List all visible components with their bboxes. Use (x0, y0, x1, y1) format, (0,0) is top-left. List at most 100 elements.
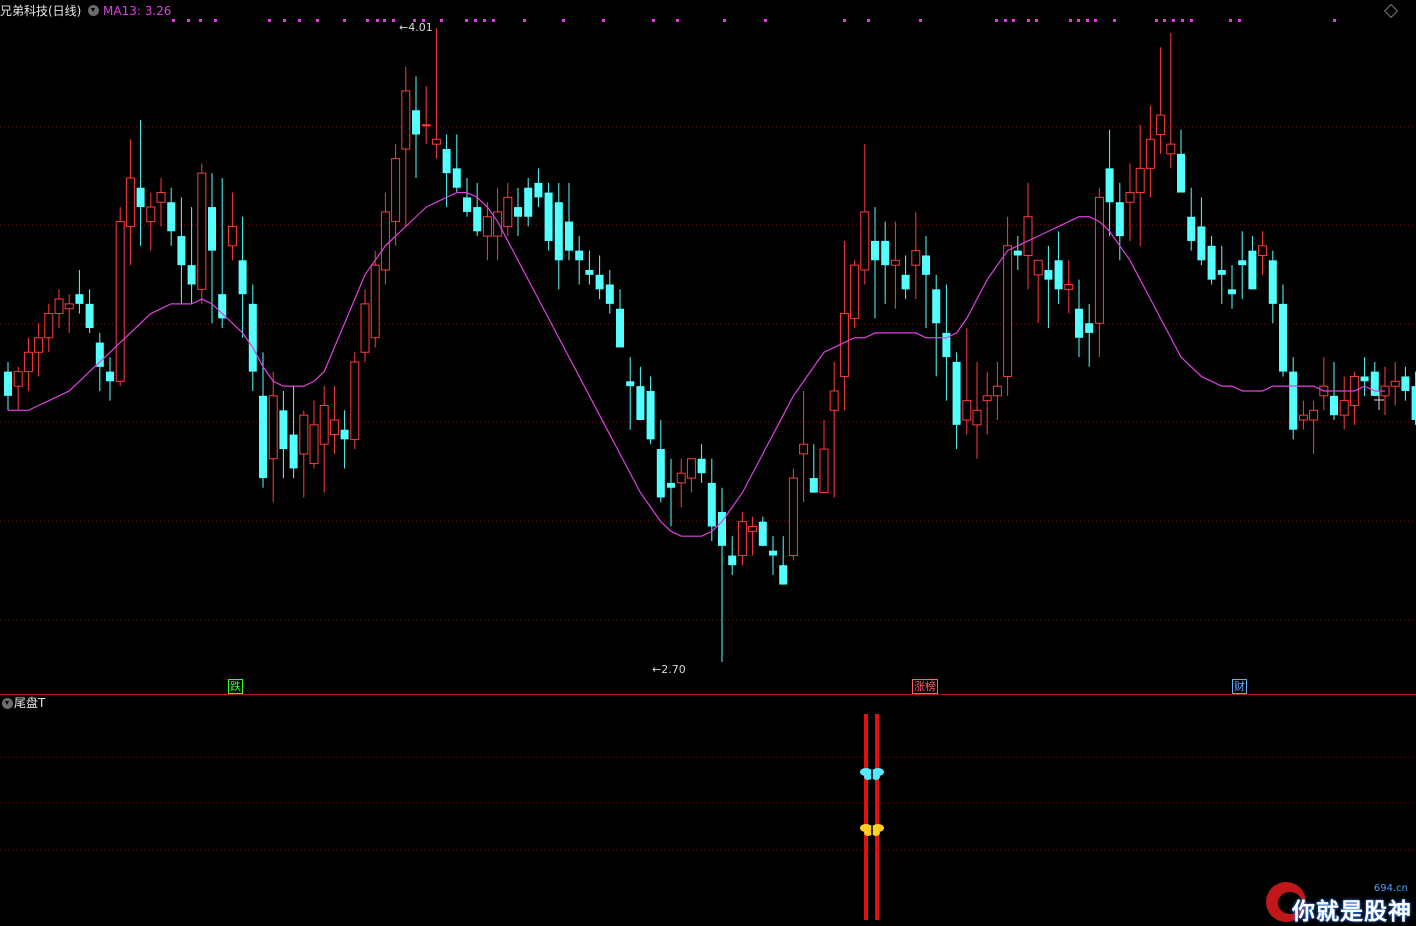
candle[interactable] (503, 182, 513, 237)
candle[interactable] (401, 66, 411, 227)
candle[interactable] (737, 511, 747, 566)
candle[interactable] (1238, 231, 1247, 300)
candle[interactable] (1177, 129, 1185, 193)
event-marker-rank[interactable]: 涨榜 (912, 679, 938, 694)
candle[interactable] (1349, 371, 1359, 425)
collapse-toggle-icon[interactable] (88, 5, 99, 16)
candle[interactable] (1401, 366, 1410, 401)
candle[interactable] (1064, 260, 1074, 314)
candle[interactable] (524, 178, 533, 227)
candle[interactable] (1309, 400, 1319, 454)
candle[interactable] (544, 182, 553, 251)
candle[interactable] (676, 458, 686, 508)
candle[interactable] (177, 197, 186, 304)
candle[interactable] (421, 86, 431, 145)
candle[interactable] (728, 536, 737, 575)
candle[interactable] (565, 182, 573, 261)
candle[interactable] (1023, 182, 1033, 290)
candle[interactable] (350, 352, 360, 450)
candle[interactable] (667, 458, 675, 527)
candle[interactable] (146, 192, 156, 251)
candle[interactable] (881, 221, 890, 304)
candle[interactable] (1135, 124, 1145, 246)
candle[interactable] (554, 182, 563, 290)
candle[interactable] (1228, 265, 1236, 309)
candle[interactable] (136, 119, 145, 246)
candle[interactable] (748, 516, 758, 556)
candle[interactable] (34, 323, 44, 377)
candle[interactable] (788, 468, 798, 561)
candle[interactable] (1187, 187, 1196, 251)
candle[interactable] (1166, 32, 1176, 169)
candle[interactable] (1115, 182, 1124, 261)
candle[interactable] (992, 361, 1002, 421)
candle[interactable] (686, 458, 696, 493)
candle[interactable] (238, 216, 247, 338)
candle[interactable] (463, 178, 471, 217)
candle[interactable] (289, 386, 298, 479)
candle[interactable] (1125, 163, 1135, 241)
candle[interactable] (1217, 245, 1226, 304)
candle[interactable] (1390, 361, 1400, 406)
candle[interactable] (1258, 231, 1268, 275)
candle[interactable] (167, 187, 176, 246)
candle[interactable] (1289, 357, 1298, 440)
candle[interactable] (1033, 259, 1043, 324)
candle[interactable] (962, 328, 972, 435)
candle[interactable] (626, 357, 635, 430)
candle[interactable] (839, 240, 849, 411)
candle[interactable] (340, 410, 349, 469)
candle[interactable] (1044, 245, 1053, 329)
candle[interactable] (197, 163, 207, 304)
candle[interactable] (809, 444, 818, 493)
candle[interactable] (1105, 129, 1114, 237)
candle[interactable] (585, 250, 594, 285)
candle[interactable] (595, 255, 604, 300)
candle[interactable] (1268, 250, 1277, 324)
candle[interactable] (360, 289, 370, 362)
candle[interactable] (1411, 371, 1416, 425)
candle[interactable] (799, 390, 809, 503)
candle[interactable] (452, 134, 461, 193)
candle[interactable] (1145, 105, 1155, 198)
candle[interactable] (636, 366, 645, 421)
candle[interactable] (850, 260, 860, 329)
candle[interactable] (1156, 47, 1166, 154)
candle[interactable] (391, 144, 401, 246)
candle[interactable] (259, 352, 267, 488)
candle[interactable] (218, 178, 227, 329)
candle[interactable] (901, 255, 910, 300)
candle[interactable] (697, 444, 706, 483)
candle[interactable] (156, 178, 166, 227)
event-marker-drop[interactable]: 跌 (228, 679, 243, 694)
candle[interactable] (279, 390, 288, 479)
candle[interactable] (106, 357, 114, 401)
candle[interactable] (1094, 187, 1104, 358)
candle[interactable] (575, 236, 584, 285)
candle[interactable] (380, 192, 390, 285)
candle[interactable] (208, 173, 216, 324)
candle[interactable] (1298, 400, 1308, 430)
candle[interactable] (871, 207, 879, 319)
candle[interactable] (819, 420, 829, 494)
candle[interactable] (4, 361, 12, 411)
candle[interactable] (656, 420, 665, 503)
candle[interactable] (1013, 236, 1022, 270)
candle[interactable] (514, 187, 522, 237)
candle[interactable] (982, 371, 992, 435)
candle[interactable] (23, 337, 33, 391)
candle[interactable] (309, 400, 319, 469)
candle[interactable] (412, 76, 420, 179)
candle[interactable] (769, 536, 777, 575)
candle[interactable] (431, 28, 441, 159)
candle[interactable] (75, 269, 84, 314)
candle[interactable] (1003, 216, 1013, 396)
candle[interactable] (187, 207, 196, 304)
candle[interactable] (534, 168, 543, 208)
candle[interactable] (718, 487, 726, 662)
candle[interactable] (890, 221, 900, 309)
candle[interactable] (605, 269, 614, 314)
candle[interactable] (860, 144, 870, 285)
signal-bar[interactable] (864, 714, 868, 920)
candle[interactable] (54, 289, 64, 329)
